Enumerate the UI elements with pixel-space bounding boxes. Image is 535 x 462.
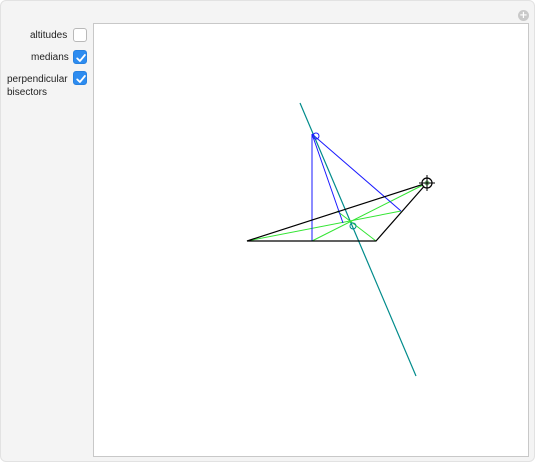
graphics-canvas[interactable] — [93, 23, 529, 457]
perpendicular-bisectors-label-line1: perpendicular — [7, 74, 68, 85]
perpendicular-bisectors-checkbox[interactable] — [73, 71, 87, 85]
perpendicular-bisectors-label-line2: bisectors — [7, 87, 48, 98]
triangle — [246, 181, 429, 242]
checkmark-icon — [76, 75, 86, 83]
add-plus-icon[interactable]: + — [518, 10, 529, 21]
perpendicular-bisectors — [311, 133, 402, 241]
triangle-graphics — [246, 102, 435, 377]
euler-line — [299, 102, 417, 377]
checkmark-icon — [76, 54, 86, 62]
altitudes-label: altitudes — [30, 30, 68, 41]
median-a — [246, 210, 402, 242]
medians-label: medians — [31, 52, 69, 63]
medians-checkbox[interactable] — [73, 50, 87, 64]
altitudes-checkbox[interactable] — [73, 28, 87, 42]
median-c — [311, 182, 428, 242]
manipulate-panel: + altitudes medians perpendicular bisect… — [0, 0, 535, 462]
